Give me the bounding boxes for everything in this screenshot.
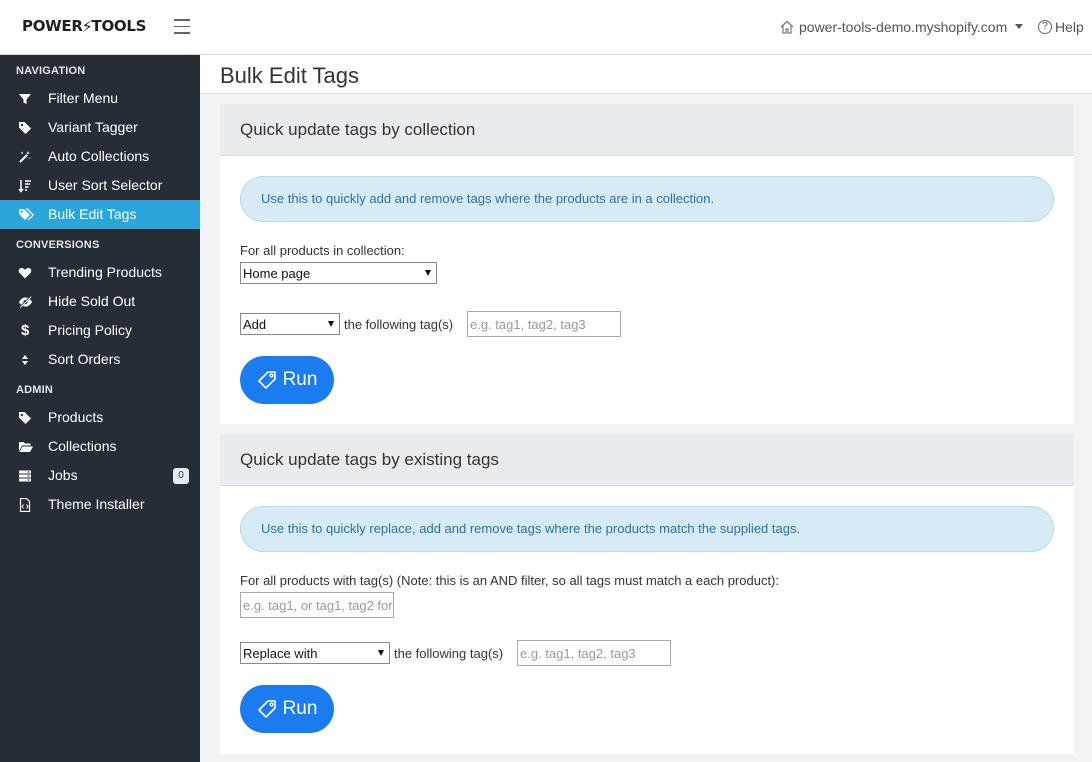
sidebar-item-trending-products[interactable]: Trending Products bbox=[0, 258, 200, 287]
following-tags-label: the following tag(s) bbox=[344, 317, 454, 332]
section-navigation: NAVIGATION bbox=[16, 65, 86, 77]
run-label: Run bbox=[282, 369, 318, 390]
magic-wand-icon bbox=[18, 150, 34, 164]
sidebar-item-sort-orders[interactable]: Sort Orders bbox=[0, 345, 200, 374]
sidebar-item-label: Jobs bbox=[48, 467, 78, 483]
file-code-icon bbox=[18, 498, 34, 512]
card-title: Quick update tags by collection bbox=[220, 104, 1074, 156]
sidebar-item-label: User Sort Selector bbox=[48, 177, 163, 193]
sidebar-item-label: Sort Orders bbox=[48, 351, 121, 367]
filter-tags-input[interactable] bbox=[240, 592, 394, 618]
section-admin: ADMIN bbox=[16, 384, 54, 396]
logo-text-left: POWER bbox=[22, 17, 83, 35]
run-button[interactable]: Run bbox=[240, 685, 334, 733]
card-title: Quick update tags by existing tags bbox=[220, 434, 1074, 486]
store-name: power-tools-demo.myshopify.com bbox=[799, 19, 1008, 35]
filter-icon bbox=[18, 92, 34, 106]
sidebar-item-label: Collections bbox=[48, 438, 117, 454]
sort-icon bbox=[18, 179, 34, 193]
question-circle-icon: ? bbox=[1038, 20, 1052, 34]
tags-icon bbox=[18, 208, 34, 222]
following-tags-label: the following tag(s) bbox=[394, 646, 504, 661]
tags-input[interactable] bbox=[467, 311, 621, 337]
filter-tags-label: For all products with tag(s) (Note: this… bbox=[240, 573, 779, 588]
page-title: Bulk Edit Tags bbox=[220, 63, 360, 88]
help-link[interactable]: ? Help bbox=[1038, 19, 1084, 35]
section-conversions: CONVERSIONS bbox=[16, 239, 100, 251]
sidebar-item-label: Auto Collections bbox=[48, 148, 150, 164]
sort-arrows-icon bbox=[18, 353, 34, 367]
card-body: Use this to quickly replace, add and rem… bbox=[220, 486, 1074, 552]
info-alert: Use this to quickly add and remove tags … bbox=[240, 176, 1054, 222]
logo-bolt: ⚡ bbox=[81, 17, 93, 36]
page-title-bar: Bulk Edit Tags bbox=[200, 55, 1092, 94]
sidebar-item-filter-menu[interactable]: Filter Menu bbox=[0, 84, 200, 113]
action-select[interactable]: Replace with bbox=[240, 642, 390, 664]
main-content: Bulk Edit Tags Quick update tags by coll… bbox=[200, 55, 1092, 762]
sidebar-item-variant-tagger[interactable]: Variant Tagger bbox=[0, 113, 200, 142]
tag-icon bbox=[257, 371, 276, 389]
action-select-wrap: Add bbox=[240, 313, 340, 335]
collection-select[interactable]: Home page bbox=[240, 262, 437, 284]
run-button[interactable]: Run bbox=[240, 356, 334, 404]
server-icon bbox=[18, 469, 34, 483]
sidebar-item-label: Trending Products bbox=[48, 264, 162, 280]
sidebar: NAVIGATION Filter Menu Variant Tagger Au… bbox=[0, 55, 200, 762]
action-select[interactable]: Add bbox=[240, 313, 340, 335]
help-label: Help bbox=[1055, 19, 1084, 35]
sidebar-item-label: Pricing Policy bbox=[48, 322, 133, 338]
tag-icon bbox=[18, 411, 34, 425]
tags-input[interactable] bbox=[517, 640, 671, 666]
dollar-icon: $ bbox=[21, 322, 30, 339]
tag-icon bbox=[18, 121, 34, 135]
card-body: Use this to quickly add and remove tags … bbox=[220, 156, 1074, 222]
sidebar-item-label: Theme Installer bbox=[48, 496, 145, 512]
top-bar: POWER⚡TOOLS power-tools-demo.myshopify.c… bbox=[0, 0, 1092, 55]
sidebar-item-theme-installer[interactable]: Theme Installer bbox=[0, 490, 200, 519]
sidebar-item-products[interactable]: Products bbox=[0, 403, 200, 432]
collection-select-wrap: Home page bbox=[240, 262, 437, 284]
hamburger-menu-icon[interactable] bbox=[174, 19, 190, 35]
sidebar-item-label: Hide Sold Out bbox=[48, 293, 136, 309]
eye-slash-icon bbox=[18, 295, 34, 309]
run-label: Run bbox=[282, 698, 318, 719]
sidebar-item-jobs[interactable]: Jobs 0 bbox=[0, 461, 200, 490]
sidebar-item-label: Products bbox=[48, 409, 104, 425]
sidebar-item-user-sort-selector[interactable]: User Sort Selector bbox=[0, 171, 200, 200]
tag-icon bbox=[257, 700, 276, 718]
jobs-count-badge: 0 bbox=[173, 468, 189, 484]
sidebar-item-label: Variant Tagger bbox=[48, 119, 138, 135]
sidebar-item-hide-sold-out[interactable]: Hide Sold Out bbox=[0, 287, 200, 316]
folder-open-icon bbox=[18, 440, 34, 454]
info-alert: Use this to quickly replace, add and rem… bbox=[240, 506, 1054, 552]
chevron-down-icon bbox=[1015, 23, 1024, 29]
sidebar-item-bulk-edit-tags[interactable]: Bulk Edit Tags bbox=[0, 200, 200, 229]
store-dropdown[interactable]: power-tools-demo.myshopify.com bbox=[780, 19, 1024, 35]
sidebar-item-auto-collections[interactable]: Auto Collections bbox=[0, 142, 200, 171]
logo-text-right: TOOLS bbox=[91, 17, 147, 35]
existing-tags-update-card: Quick update tags by existing tags Use t… bbox=[220, 434, 1074, 754]
collection-label: For all products in collection: bbox=[240, 243, 405, 258]
sidebar-item-pricing-policy[interactable]: $ Pricing Policy bbox=[0, 316, 200, 345]
collection-update-card: Quick update tags by collection Use this… bbox=[220, 104, 1074, 424]
sidebar-item-label: Filter Menu bbox=[48, 90, 119, 106]
logo[interactable]: POWER⚡TOOLS bbox=[22, 16, 147, 36]
sidebar-item-label: Bulk Edit Tags bbox=[48, 206, 137, 222]
heart-icon bbox=[18, 266, 34, 280]
action-select-wrap: Replace with bbox=[240, 642, 390, 664]
home-icon bbox=[780, 20, 794, 34]
sidebar-item-collections[interactable]: Collections bbox=[0, 432, 200, 461]
